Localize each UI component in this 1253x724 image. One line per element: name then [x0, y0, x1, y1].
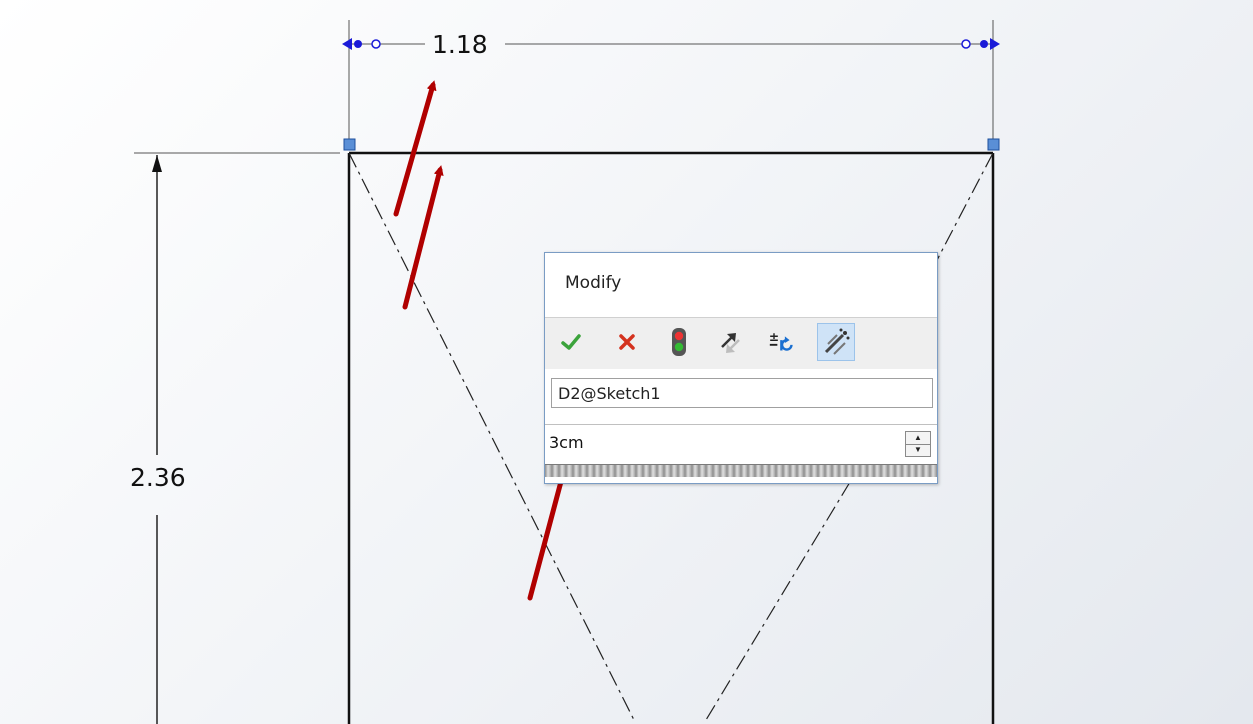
thumbwheel-slider[interactable] — [545, 464, 937, 477]
rebuild-button[interactable] — [663, 326, 695, 358]
checkmark-icon — [561, 334, 581, 350]
sketch-point-top-left[interactable] — [343, 138, 356, 151]
dimension-arrowhead-top — [152, 155, 162, 172]
svg-text:±: ± — [769, 330, 779, 344]
reset-spin-increment-button[interactable]: ± — [767, 326, 799, 358]
dialog-toolbar: ± — [545, 317, 937, 369]
dimension-name-field[interactable]: D2@Sketch1 — [551, 378, 933, 408]
cancel-button[interactable] — [611, 326, 643, 358]
spin-down-icon[interactable]: ▼ — [906, 444, 930, 456]
x-icon — [619, 334, 635, 350]
reverse-direction-icon — [721, 333, 740, 353]
vertical-dimension[interactable] — [134, 152, 340, 724]
value-spinner[interactable]: ▲ ▼ — [905, 431, 931, 457]
dimension-value-input[interactable]: 3cm ▲ ▼ — [545, 424, 937, 464]
traffic-light-icon — [672, 328, 686, 356]
horizontal-dimension-label[interactable]: 1.18 — [432, 32, 488, 57]
sketch-point-top-right[interactable] — [987, 138, 1000, 151]
reset-spin-increment-icon: ± — [769, 330, 793, 351]
dialog-title: Modify — [565, 273, 622, 293]
dimension-arrow-handle-right[interactable] — [990, 38, 1000, 50]
mark-for-drawing-icon — [824, 328, 850, 355]
ok-button[interactable] — [555, 326, 587, 358]
dimension-value-text[interactable]: 3cm — [549, 433, 584, 452]
vertical-dimension-label[interactable]: 2.36 — [130, 465, 186, 490]
modify-dialog: Modify ± D2@Sketch1 3cm ▲ ▼ — [544, 252, 938, 484]
reverse-direction-button[interactable] — [715, 326, 747, 358]
dimension-arrow-handle-left[interactable] — [342, 38, 352, 50]
mark-for-drawing-button[interactable] — [817, 323, 855, 361]
